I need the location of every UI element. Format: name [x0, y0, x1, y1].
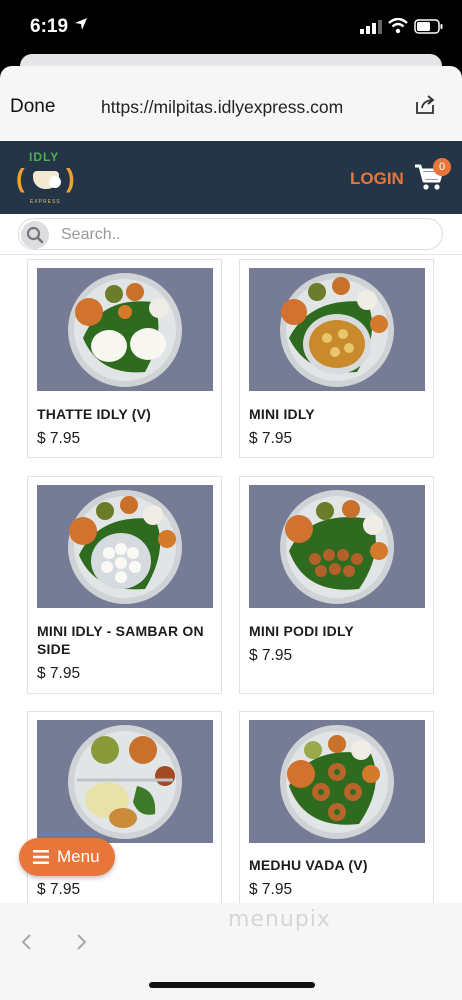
mini-idly-sambar-plate-image [68, 490, 182, 604]
product-price: $ 7.95 [37, 665, 81, 682]
logo-idly-graphic [49, 176, 61, 188]
logo-left-paren: ( [16, 163, 25, 193]
cart-count-badge: 0 [433, 158, 451, 176]
status-time: 6:19 [30, 16, 69, 37]
site-header: ( ) IDLY EXPRESS LOGIN [0, 141, 462, 214]
mini-podi-idly-plate-image [280, 490, 394, 604]
product-image[interactable] [249, 485, 425, 608]
thatte-idly-plate-image [68, 273, 182, 387]
forward-arrow-icon[interactable] [74, 933, 88, 951]
product-price: $ 7.95 [37, 430, 81, 447]
product-price: $ 7.95 [37, 881, 81, 898]
search-icon [26, 226, 44, 244]
idly-express-logo[interactable]: ( ) IDLY EXPRESS [16, 149, 76, 207]
hamburger-icon [33, 850, 49, 864]
menupix-watermark: menupix [228, 907, 331, 932]
url-bar[interactable]: https://milpitas.idlyexpress.com [101, 97, 343, 118]
home-indicator[interactable] [149, 982, 315, 988]
product-image[interactable] [249, 268, 425, 391]
product-card[interactable]: MEDHU VADA (V) $ 7.95 [239, 711, 434, 914]
product-card[interactable]: THATTE IDLY (V) $ 7.95 [27, 259, 222, 458]
product-card[interactable]: MINI IDLY - SAMBAR ON SIDE $ 7.95 [27, 476, 222, 694]
product-image[interactable] [249, 720, 425, 843]
logo-text: IDLY [29, 150, 60, 164]
product-price: $ 7.95 [249, 647, 293, 664]
menu-button-label: Menu [57, 847, 100, 866]
product-name[interactable]: THATTE IDLY (V) [37, 405, 217, 423]
search-input[interactable] [61, 224, 421, 246]
product-image[interactable] [37, 485, 213, 608]
back-arrow-icon[interactable] [20, 933, 34, 951]
cellular-signal-icon [360, 20, 382, 34]
product-name[interactable]: MEDHU VADA (V) [249, 856, 429, 874]
product-card[interactable]: $ 7.95 [27, 711, 222, 914]
logo-right-paren: ) [66, 163, 75, 193]
product-name[interactable]: MINI IDLY - SAMBAR ON SIDE [37, 622, 217, 658]
share-icon[interactable] [414, 94, 436, 116]
product-name[interactable]: MINI IDLY [249, 405, 429, 423]
medhu-vada-plate-image [280, 725, 394, 839]
wifi-icon [388, 18, 408, 34]
search-bar[interactable] [18, 218, 443, 250]
product-image[interactable] [37, 268, 213, 391]
mini-idly-plate-image [280, 273, 394, 387]
logo-subtext: EXPRESS [30, 199, 61, 205]
menu-button[interactable]: Menu [19, 838, 115, 876]
product-price: $ 7.95 [249, 881, 293, 898]
search-divider [0, 254, 462, 255]
product-image[interactable] [37, 720, 213, 843]
search-icon-circle[interactable] [21, 221, 49, 249]
combo-plate-image [68, 725, 182, 839]
status-bar: 6:19 [0, 0, 462, 56]
done-button[interactable]: Done [10, 96, 55, 118]
product-card[interactable]: MINI PODI IDLY $ 7.95 [239, 476, 434, 694]
login-link[interactable]: LOGIN [350, 169, 404, 189]
battery-icon [414, 19, 443, 34]
product-name[interactable]: MINI PODI IDLY [249, 622, 429, 640]
browser-header: Done https://milpitas.idlyexpress.com [0, 66, 462, 141]
product-card[interactable]: MINI IDLY $ 7.95 [239, 259, 434, 458]
product-price: $ 7.95 [249, 430, 293, 447]
product-page: THATTE IDLY (V) $ 7.95 MINI IDLY $ 7.95 [0, 214, 462, 914]
location-arrow-icon [75, 18, 87, 30]
